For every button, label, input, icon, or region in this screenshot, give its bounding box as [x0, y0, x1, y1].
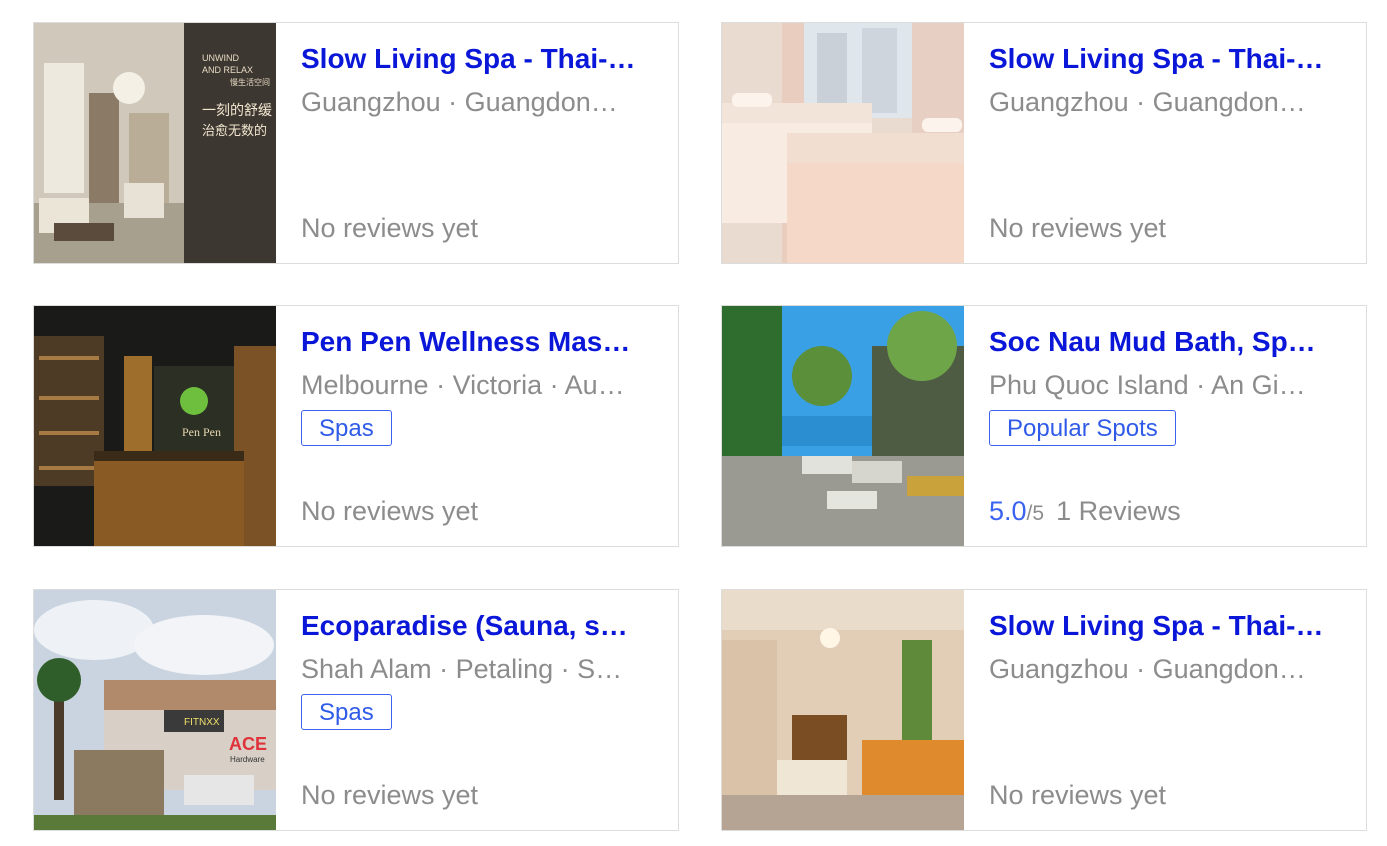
- listing-title[interactable]: Slow Living Spa - Thai-…: [989, 43, 1344, 75]
- listing-card[interactable]: UNWIND AND RELAX 慢生活空间 一刻的舒缓 治愈无数的 Slow …: [33, 22, 679, 264]
- listing-photo[interactable]: UNWIND AND RELAX 慢生活空间 一刻的舒缓 治愈无数的: [34, 23, 276, 263]
- wall-sign-text: 治愈无数的: [202, 123, 267, 139]
- listing-location: Phu Quoc Island · An Gi…: [989, 370, 1306, 400]
- listing-photo[interactable]: [722, 590, 964, 830]
- store-sign-text: ACE: [229, 734, 267, 754]
- listing-location: Guangzhou · Guangdon…: [989, 87, 1306, 117]
- rating-score: 5.0: [989, 496, 1027, 526]
- review-status: No reviews yet: [301, 496, 479, 526]
- listing-card[interactable]: Slow Living Spa - Thai-… Guangzhou · Gua…: [721, 22, 1367, 264]
- logo-text: Pen Pen: [182, 425, 221, 439]
- review-status: No reviews yet: [301, 780, 479, 810]
- store-sign-text: FITNXX: [184, 717, 220, 728]
- listing-card[interactable]: Soc Nau Mud Bath, Sp… Phu Quoc Island · …: [721, 305, 1367, 547]
- review-status: No reviews yet: [989, 213, 1167, 243]
- wall-sign-text: AND RELAX: [202, 65, 253, 75]
- review-status: No reviews yet: [989, 780, 1167, 810]
- listing-title[interactable]: Slow Living Spa - Thai-…: [989, 610, 1344, 642]
- listing-location: Guangzhou · Guangdon…: [301, 87, 618, 117]
- listing-card[interactable]: FITNXX ACE Hardware Ecoparadise (Sauna, …: [33, 589, 679, 831]
- wall-sign-text: 慢生活空间: [230, 77, 270, 87]
- listing-photo[interactable]: [722, 306, 964, 546]
- listing-location: Guangzhou · Guangdon…: [989, 654, 1306, 684]
- category-tag[interactable]: Popular Spots: [989, 410, 1176, 446]
- review-count[interactable]: 1 Reviews: [1056, 496, 1181, 526]
- listing-photo[interactable]: [722, 23, 964, 263]
- listing-photo[interactable]: Pen Pen: [34, 306, 276, 546]
- category-tag[interactable]: Spas: [301, 694, 392, 730]
- listing-card[interactable]: Pen Pen Pen Pen Wellness Mas… Melbourne …: [33, 305, 679, 547]
- listing-photo[interactable]: FITNXX ACE Hardware: [34, 590, 276, 830]
- listing-title[interactable]: Ecoparadise (Sauna, s…: [301, 610, 656, 642]
- listing-location: Shah Alam · Petaling · S…: [301, 654, 623, 684]
- wall-sign-text: 一刻的舒缓: [202, 103, 272, 119]
- rating-scale: /5: [1026, 502, 1045, 525]
- listing-location: Melbourne · Victoria · Au…: [301, 370, 625, 400]
- listing-card[interactable]: Slow Living Spa - Thai-… Guangzhou · Gua…: [721, 589, 1367, 831]
- rating-summary: 5.0/5 1 Reviews: [989, 496, 1181, 527]
- store-sign-text: Hardware: [230, 755, 265, 764]
- category-tag[interactable]: Spas: [301, 410, 392, 446]
- listing-title[interactable]: Pen Pen Wellness Mas…: [301, 326, 656, 358]
- wall-sign-text: UNWIND: [202, 53, 239, 63]
- listing-title[interactable]: Slow Living Spa - Thai-…: [301, 43, 656, 75]
- review-status: No reviews yet: [301, 213, 479, 243]
- listing-title[interactable]: Soc Nau Mud Bath, Sp…: [989, 326, 1344, 358]
